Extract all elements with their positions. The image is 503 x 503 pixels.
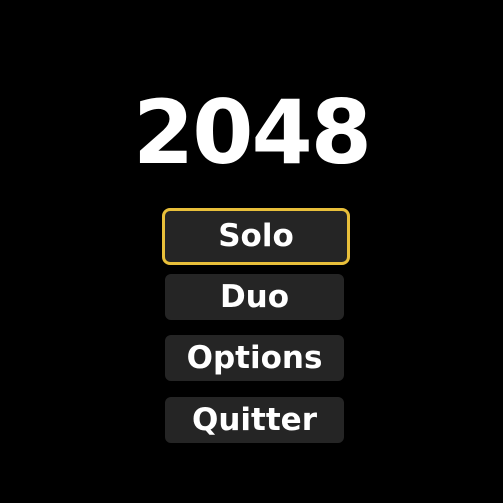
solo-button[interactable]: Solo: [162, 208, 350, 265]
quit-button-label: Quitter: [192, 401, 317, 438]
duo-button-label: Duo: [219, 278, 290, 315]
solo-button-label: Solo: [218, 218, 294, 254]
game-title: 2048: [133, 81, 372, 184]
game-main-menu: 2048 Solo Duo Options Quitter: [0, 0, 503, 503]
options-button[interactable]: Options: [165, 335, 344, 381]
duo-button[interactable]: Duo: [165, 274, 344, 320]
quit-button[interactable]: Quitter: [165, 397, 344, 443]
options-button-label: Options: [186, 339, 323, 376]
